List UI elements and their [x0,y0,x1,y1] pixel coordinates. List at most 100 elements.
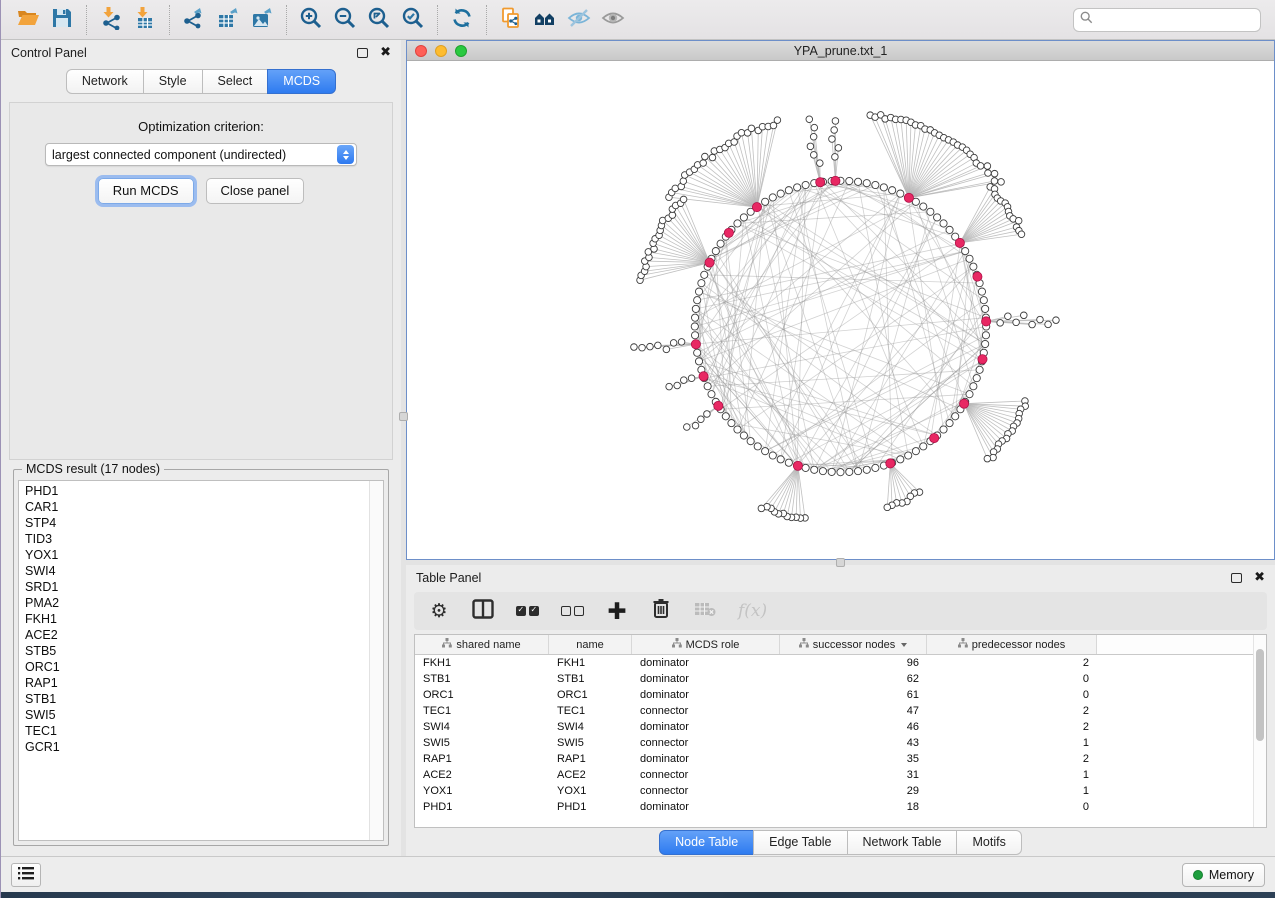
window-close-icon[interactable] [415,45,427,57]
cell-shared-name[interactable]: YOX1 [415,783,549,799]
criterion-select[interactable]: largest connected component (undirected) [45,143,357,166]
cell-predecessor-nodes[interactable]: 2 [927,719,1097,735]
tab-select[interactable]: Select [202,69,269,94]
splitter-handle[interactable] [836,558,845,567]
cell-successor-nodes[interactable]: 96 [780,655,927,671]
cell-predecessor-nodes[interactable]: 1 [927,767,1097,783]
cell-shared-name[interactable]: TEC1 [415,703,549,719]
window-maximize-icon[interactable] [455,45,467,57]
column-header-name[interactable]: name [549,635,632,654]
cell-mcds-role[interactable]: dominator [632,687,780,703]
cell-predecessor-nodes[interactable]: 0 [927,799,1097,815]
cell-shared-name[interactable]: RAP1 [415,751,549,767]
cell-shared-name[interactable]: SWI5 [415,735,549,751]
cell-successor-nodes[interactable]: 61 [780,687,927,703]
cell-name[interactable]: TEC1 [549,703,632,719]
hide-graphics-details-button[interactable] [562,4,596,36]
function-builder-button[interactable]: f(x) [738,599,767,623]
table-settings-button[interactable]: ⚙ [428,599,450,623]
cell-name[interactable]: ACE2 [549,767,632,783]
float-panel-icon[interactable] [357,48,368,58]
table-row-orc1[interactable]: ORC1ORC1dominator610 [415,687,1253,703]
cell-mcds-role[interactable]: dominator [632,671,780,687]
cell-successor-nodes[interactable]: 62 [780,671,927,687]
cell-mcds-role[interactable]: dominator [632,655,780,671]
tab-node-table[interactable]: Node Table [659,830,754,855]
cell-successor-nodes[interactable]: 18 [780,799,927,815]
mcds-result-item[interactable]: RAP1 [25,675,369,691]
import-network-button[interactable] [94,4,128,36]
cell-shared-name[interactable]: PHD1 [415,799,549,815]
close-panel-button[interactable]: Close panel [206,178,305,204]
mcds-result-item[interactable]: STB1 [25,691,369,707]
cell-successor-nodes[interactable]: 43 [780,735,927,751]
mcds-list-scrollbar[interactable] [369,481,383,840]
table-row-fkh1[interactable]: FKH1FKH1dominator962 [415,655,1253,671]
network-window-titlebar[interactable]: YPA_prune.txt_1 [407,41,1274,61]
mcds-result-item[interactable]: SWI5 [25,707,369,723]
mcds-result-item[interactable]: GCR1 [25,739,369,755]
cell-successor-nodes[interactable]: 31 [780,767,927,783]
column-header-shared-name[interactable]: shared name [415,635,549,654]
mcds-result-item[interactable]: CAR1 [25,499,369,515]
cell-name[interactable]: YOX1 [549,783,632,799]
export-image-button[interactable] [245,4,279,36]
cell-predecessor-nodes[interactable]: 2 [927,655,1097,671]
cell-shared-name[interactable]: FKH1 [415,655,549,671]
mcds-result-item[interactable]: TEC1 [25,723,369,739]
delete-table-button[interactable] [694,599,716,623]
cell-mcds-role[interactable]: connector [632,783,780,799]
cell-shared-name[interactable]: ORC1 [415,687,549,703]
first-neighbors-button[interactable] [528,4,562,36]
delete-column-button[interactable] [650,599,672,623]
task-history-button[interactable] [11,863,41,887]
deselect-all-button[interactable] [561,599,584,623]
cell-shared-name[interactable]: ACE2 [415,767,549,783]
tab-mcds[interactable]: MCDS [267,69,336,94]
cell-successor-nodes[interactable]: 46 [780,719,927,735]
cell-mcds-role[interactable]: connector [632,703,780,719]
tab-edge-table[interactable]: Edge Table [753,830,847,855]
tab-network[interactable]: Network [66,69,144,94]
cell-predecessor-nodes[interactable]: 2 [927,703,1097,719]
cell-mcds-role[interactable]: dominator [632,751,780,767]
import-table-button[interactable] [128,4,162,36]
zoom-in-button[interactable] [294,4,328,36]
cell-name[interactable]: ORC1 [549,687,632,703]
export-table-button[interactable] [211,4,245,36]
zoom-out-button[interactable] [328,4,362,36]
cell-predecessor-nodes[interactable]: 0 [927,687,1097,703]
mcds-result-item[interactable]: PHD1 [25,483,369,499]
cell-predecessor-nodes[interactable]: 0 [927,671,1097,687]
tab-motifs[interactable]: Motifs [956,830,1021,855]
cell-mcds-role[interactable]: connector [632,767,780,783]
vertical-splitter[interactable] [401,40,406,856]
float-panel-icon[interactable] [1231,573,1242,583]
save-session-button[interactable] [45,4,79,36]
table-row-tec1[interactable]: TEC1TEC1connector472 [415,703,1253,719]
table-scrollbar[interactable] [1253,635,1266,827]
cell-predecessor-nodes[interactable]: 1 [927,783,1097,799]
apply-layout-button[interactable] [445,4,479,36]
mcds-result-item[interactable]: YOX1 [25,547,369,563]
cell-mcds-role[interactable]: connector [632,735,780,751]
new-network-from-selection-button[interactable] [494,4,528,36]
table-row-stb1[interactable]: STB1STB1dominator620 [415,671,1253,687]
mcds-result-item[interactable]: STB5 [25,643,369,659]
show-columns-button[interactable] [472,599,494,623]
mcds-result-item[interactable]: ORC1 [25,659,369,675]
mcds-result-item[interactable]: PMA2 [25,595,369,611]
table-row-rap1[interactable]: RAP1RAP1dominator352 [415,751,1253,767]
memory-status-button[interactable]: Memory [1182,863,1265,887]
run-mcds-button[interactable]: Run MCDS [98,178,194,204]
column-header-mcds-role[interactable]: MCDS role [632,635,780,654]
cell-name[interactable]: RAP1 [549,751,632,767]
cell-predecessor-nodes[interactable]: 2 [927,751,1097,767]
column-header-predecessor-nodes[interactable]: predecessor nodes [927,635,1097,654]
horizontal-splitter[interactable] [406,560,1275,565]
scrollbar-thumb[interactable] [1256,649,1264,741]
open-file-button[interactable] [11,4,45,36]
network-canvas[interactable] [407,61,1274,559]
splitter-handle[interactable] [399,412,408,421]
search-input[interactable] [1097,13,1254,27]
